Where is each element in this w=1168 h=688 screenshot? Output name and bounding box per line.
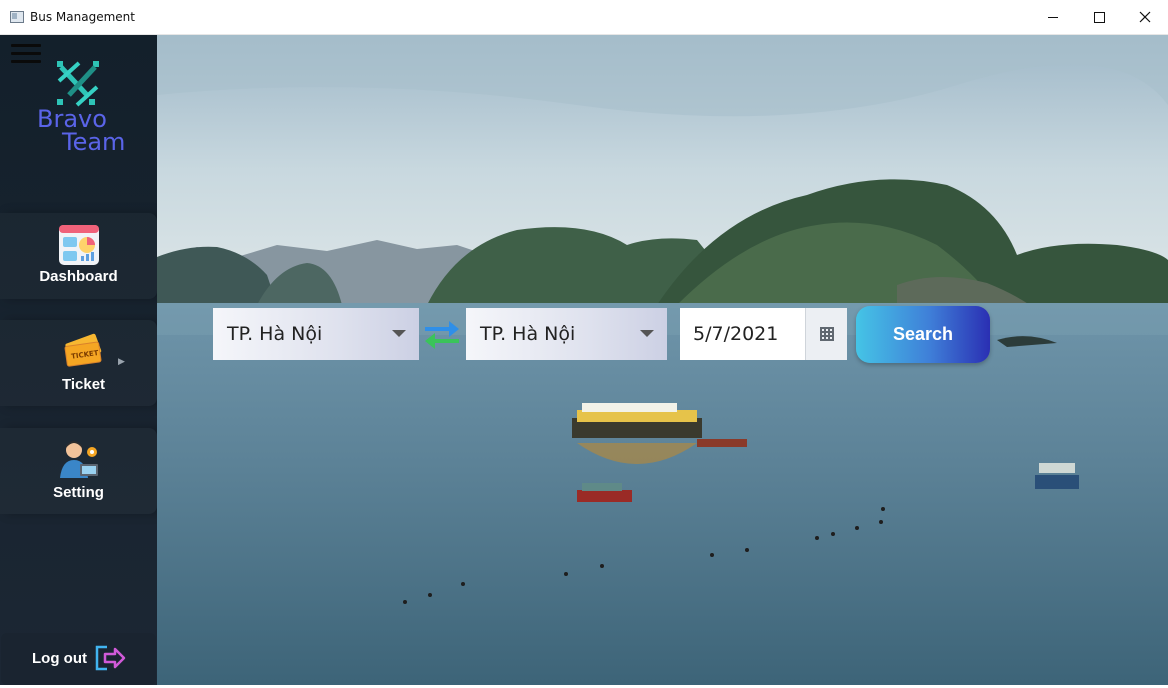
logo-text-team: Team	[62, 128, 126, 156]
sidebar-item-dashboard[interactable]: Dashboard	[0, 213, 157, 299]
from-location-value: TP. Hà Nội	[227, 323, 323, 345]
search-button-label: Search	[892, 324, 954, 344]
search-button[interactable]: Search	[856, 306, 990, 363]
logo-mark-icon	[57, 61, 99, 107]
sidebar-item-ticket[interactable]: TICKET ▶ Ticket	[0, 320, 157, 406]
app-window-icon	[10, 11, 24, 23]
close-icon	[1139, 11, 1151, 23]
departure-date-picker[interactable]: 5/7/2021	[680, 308, 847, 360]
logout-label: Log out	[32, 650, 87, 667]
brand-logo: Bravo Team	[37, 59, 127, 156]
from-location-combobox[interactable]: TP. Hà Nội	[213, 308, 419, 360]
window-title: Bus Management	[30, 10, 135, 24]
chevron-down-icon	[640, 330, 654, 337]
sidebar-item-label: Dashboard	[39, 268, 118, 285]
swap-arrows-icon[interactable]	[423, 318, 461, 350]
sidebar-item-label: Ticket	[61, 376, 106, 393]
date-value: 5/7/2021	[693, 323, 779, 345]
minimize-icon	[1048, 16, 1058, 18]
calendar-button[interactable]	[805, 308, 847, 360]
logout-button[interactable]: Log out	[1, 633, 156, 685]
to-location-combobox[interactable]: TP. Hà Nội	[466, 308, 667, 360]
maximize-button[interactable]	[1076, 0, 1122, 34]
calendar-icon	[819, 327, 834, 341]
ha-long-bay-background-image	[157, 35, 1168, 685]
submenu-arrow-icon: ▶	[118, 356, 125, 366]
to-location-value: TP. Hà Nội	[480, 323, 576, 345]
main-content: TP. Hà Nội TP. Hà Nội 5/7/2021 Search	[157, 35, 1168, 685]
maximize-icon	[1093, 11, 1105, 23]
minimize-button[interactable]	[1030, 0, 1076, 34]
sidebar-item-label: Setting	[53, 484, 104, 501]
app-window: Bus Management Bravo Team Dashboard TICK…	[0, 0, 1168, 688]
close-button[interactable]	[1122, 0, 1168, 34]
admin-user-icon	[60, 441, 98, 478]
sidebar-item-setting[interactable]: Setting	[0, 428, 157, 514]
chevron-down-icon	[392, 330, 406, 337]
title-bar[interactable]: Bus Management	[0, 0, 1168, 35]
dashboard-icon	[59, 225, 99, 265]
logout-icon	[95, 645, 126, 671]
ticket-icon: TICKET	[64, 333, 102, 367]
sidebar: Bravo Team Dashboard TICKET ▶ Ticket Set…	[0, 35, 157, 685]
